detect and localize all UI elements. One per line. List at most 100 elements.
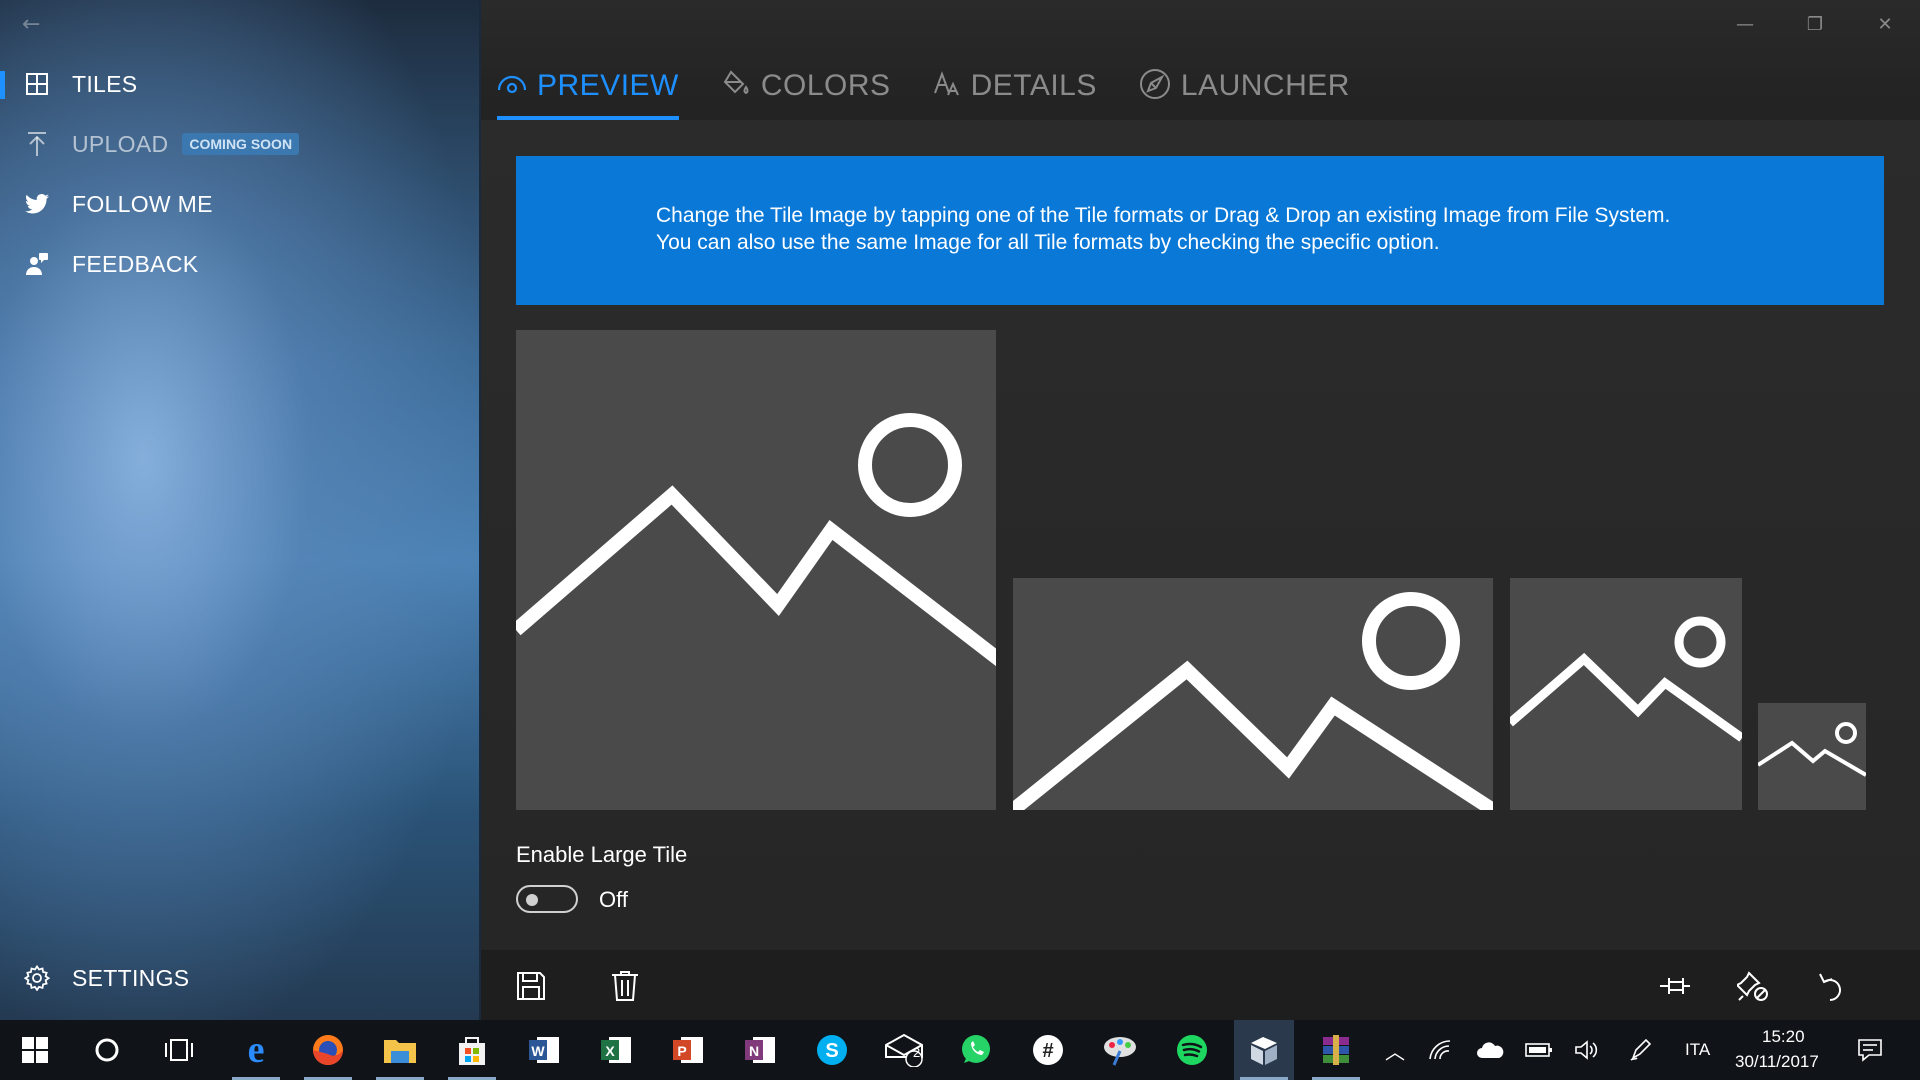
- image-placeholder-icon: [516, 413, 996, 667]
- word-icon: W: [529, 1037, 559, 1063]
- skype-taskbar-icon[interactable]: S: [802, 1020, 862, 1080]
- back-arrow-icon[interactable]: ←: [22, 12, 40, 37]
- tab-label: COLORS: [760, 69, 891, 102]
- restore-button[interactable]: ❐: [1780, 0, 1850, 48]
- edge-taskbar-icon[interactable]: e: [226, 1020, 286, 1080]
- window-controls: — ❐ ✕: [1710, 0, 1920, 48]
- save-icon: [517, 972, 545, 1000]
- language-indicator[interactable]: ITA: [1685, 1040, 1710, 1060]
- pen-icon: [1630, 1038, 1652, 1061]
- word-taskbar-icon[interactable]: W: [514, 1020, 574, 1080]
- volume-button[interactable]: [1562, 1020, 1612, 1080]
- tile-app-taskbar-icon[interactable]: [1234, 1020, 1294, 1080]
- unpin-button[interactable]: [1735, 968, 1771, 1004]
- twitter-icon: [20, 187, 54, 221]
- windows-logo-icon: [22, 1037, 48, 1063]
- sidebar-item-feedback[interactable]: FEEDBACK: [0, 238, 470, 290]
- svg-text:W: W: [531, 1043, 545, 1059]
- windows-taskbar: e W X P N S 2 # ︿ ITA 15:20 30/11/2017: [0, 1020, 1920, 1080]
- image-placeholder-icon: [1510, 616, 1742, 742]
- pin-button[interactable]: [1657, 968, 1693, 1004]
- sidebar-item-label: UPLOAD: [72, 130, 169, 157]
- mail-badge: 2: [913, 1045, 921, 1060]
- info-banner: Change the Tile Image by tapping one of …: [516, 156, 1884, 305]
- save-button[interactable]: [513, 968, 549, 1004]
- onedrive-button[interactable]: [1465, 1020, 1515, 1080]
- sidebar-item-settings[interactable]: SETTINGS: [0, 952, 470, 1004]
- battery-icon: [1525, 1043, 1552, 1057]
- edge-icon: e: [247, 1029, 265, 1071]
- grid-icon: [20, 67, 54, 101]
- tab-label: LAUNCHER: [1180, 69, 1350, 102]
- rocket-icon: [1139, 68, 1171, 104]
- tab-details[interactable]: DETAILS: [933, 60, 1097, 112]
- toggle-state-text: Off: [599, 887, 628, 912]
- whatsapp-taskbar-icon[interactable]: [946, 1020, 1006, 1080]
- cortana-button[interactable]: [77, 1020, 137, 1080]
- network-button[interactable]: [1415, 1020, 1465, 1080]
- clock-time[interactable]: 15:20: [1762, 1027, 1805, 1047]
- enable-large-tile-toggle[interactable]: [516, 885, 578, 913]
- command-bar: [481, 950, 1920, 1020]
- task-view-button[interactable]: [149, 1020, 209, 1080]
- store-taskbar-icon[interactable]: [442, 1020, 502, 1080]
- sidebar-item-label: FEEDBACK: [72, 250, 199, 277]
- skype-icon: S: [817, 1035, 847, 1065]
- close-button[interactable]: ✕: [1850, 0, 1920, 48]
- mail-taskbar-icon[interactable]: 2: [874, 1020, 934, 1080]
- start-button[interactable]: [5, 1020, 65, 1080]
- speaker-icon: [1575, 1040, 1598, 1060]
- tab-label: DETAILS: [970, 69, 1097, 102]
- chevron-up-icon: ︿: [1385, 1039, 1405, 1064]
- font-size-icon: [933, 71, 961, 101]
- delete-button[interactable]: [607, 968, 643, 1004]
- tab-colors[interactable]: COLORS: [721, 60, 891, 112]
- image-placeholder-icon: [1758, 722, 1866, 777]
- banner-line-1: Change the Tile Image by tapping one of …: [656, 204, 1671, 227]
- toggle-knob: [526, 894, 538, 906]
- sidebar-item-follow-me[interactable]: FOLLOW ME: [0, 178, 470, 230]
- sidebar-item-upload[interactable]: UPLOAD COMING SOON: [0, 118, 470, 170]
- gear-icon: [20, 961, 54, 995]
- task-view-icon: [165, 1039, 193, 1061]
- svg-text:S: S: [825, 1040, 838, 1062]
- main-area: — ❐ ✕ PREVIEW COLORS DETAILS LAUNCHER Ch…: [481, 0, 1920, 1020]
- powerpoint-taskbar-icon[interactable]: P: [658, 1020, 718, 1080]
- medium-tile-preview[interactable]: [1510, 578, 1742, 810]
- tab-label: PREVIEW: [537, 69, 679, 102]
- eye-icon: [497, 72, 527, 100]
- slack-taskbar-icon[interactable]: #: [1018, 1020, 1078, 1080]
- large-tile-preview[interactable]: [516, 330, 996, 810]
- winrar-taskbar-icon[interactable]: [1306, 1020, 1366, 1080]
- undo-icon: [1819, 973, 1841, 1001]
- notification-icon: [1858, 1039, 1882, 1062]
- store-icon: [459, 1037, 485, 1065]
- small-tile-preview[interactable]: [1758, 703, 1866, 810]
- pin-icon: [1660, 978, 1690, 994]
- tab-launcher[interactable]: LAUNCHER: [1139, 60, 1350, 112]
- sidebar-item-label: FOLLOW ME: [72, 190, 213, 217]
- powerpoint-icon: P: [673, 1037, 703, 1063]
- preview-panel: Change the Tile Image by tapping one of …: [481, 120, 1920, 950]
- file-explorer-taskbar-icon[interactable]: [370, 1020, 430, 1080]
- onenote-taskbar-icon[interactable]: N: [730, 1020, 790, 1080]
- firefox-taskbar-icon[interactable]: [298, 1020, 358, 1080]
- svg-text:P: P: [677, 1043, 686, 1059]
- minimize-button[interactable]: —: [1710, 0, 1780, 48]
- banner-line-2: You can also use the same Image for all …: [656, 231, 1440, 254]
- upload-icon: [20, 127, 54, 161]
- tab-bar: PREVIEW COLORS DETAILS LAUNCHER: [497, 60, 1392, 120]
- paint-app-taskbar-icon[interactable]: [1090, 1020, 1150, 1080]
- wide-tile-preview[interactable]: [1013, 578, 1493, 810]
- undo-button[interactable]: [1814, 968, 1850, 1004]
- spotify-taskbar-icon[interactable]: [1162, 1020, 1222, 1080]
- excel-taskbar-icon[interactable]: X: [586, 1020, 646, 1080]
- sidebar-item-tiles[interactable]: TILES: [0, 58, 470, 110]
- battery-button[interactable]: [1514, 1020, 1564, 1080]
- tab-preview[interactable]: PREVIEW: [497, 60, 679, 120]
- action-center-button[interactable]: [1840, 1020, 1900, 1080]
- archive-icon: [1323, 1035, 1349, 1065]
- clock-date[interactable]: 30/11/2017: [1735, 1052, 1819, 1072]
- coming-soon-badge: COMING SOON: [182, 133, 300, 155]
- pen-workspace-button[interactable]: [1616, 1020, 1666, 1080]
